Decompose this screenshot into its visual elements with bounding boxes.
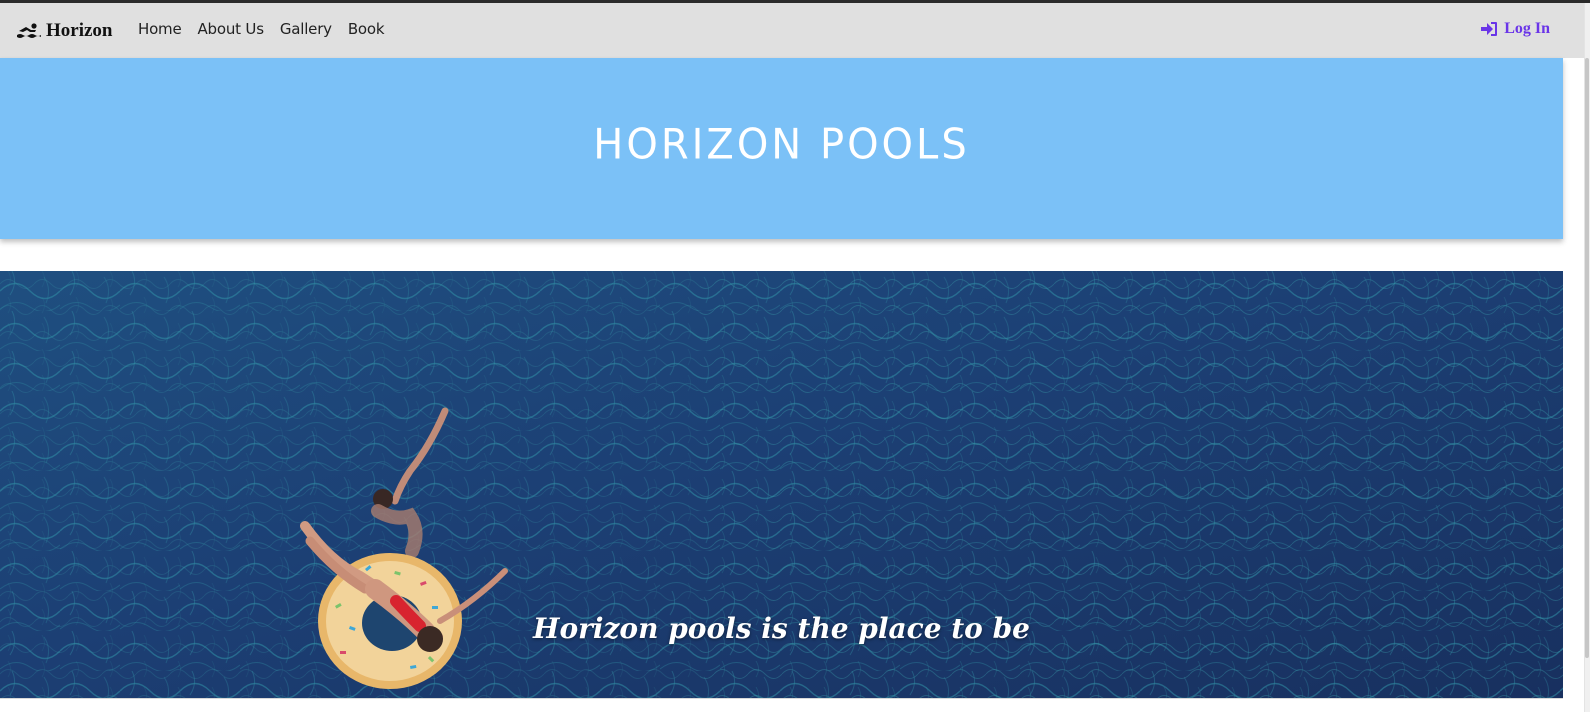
brand-name: Horizon <box>46 20 113 41</box>
nav-link-about-us[interactable]: About Us <box>198 20 265 38</box>
hero-banner: HORIZON POOLS <box>0 58 1563 239</box>
nav-links: Home About Us Gallery Book <box>138 20 400 38</box>
scrollbar-thumb[interactable] <box>1585 58 1589 658</box>
hero-tagline: Horizon pools is the place to be <box>533 612 1030 645</box>
nav-link-book[interactable]: Book <box>348 20 385 38</box>
swimmer-icon <box>17 23 41 38</box>
brand[interactable]: Horizon <box>16 17 113 45</box>
nav-link-home[interactable]: Home <box>138 20 182 38</box>
navbar: Horizon Home About Us Gallery Book Log I… <box>0 3 1590 58</box>
sign-in-icon <box>1481 22 1498 36</box>
bottom-edge <box>0 698 1563 712</box>
login-label: Log In <box>1504 20 1550 37</box>
page-title: HORIZON POOLS <box>593 120 970 169</box>
login-button[interactable]: Log In <box>1480 20 1550 38</box>
nav-link-gallery[interactable]: Gallery <box>280 20 332 38</box>
